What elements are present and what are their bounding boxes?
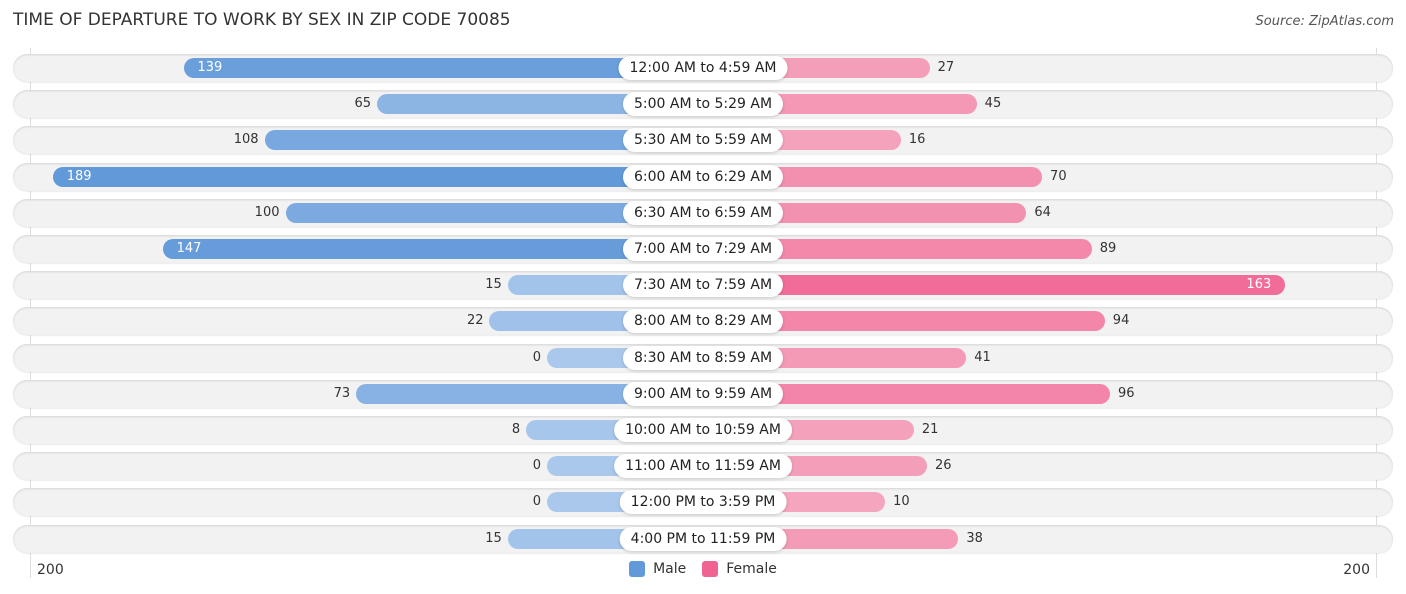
category-label: 8:30 AM to 8:59 AM: [622, 345, 784, 370]
value-label-female: 96: [1118, 385, 1135, 401]
bar-male[interactable]: [52, 166, 703, 187]
value-label-male: 65: [354, 96, 372, 112]
category-label: 5:00 AM to 5:29 AM: [622, 92, 784, 117]
value-label-male: 147: [176, 241, 202, 256]
value-label-female: 27: [937, 60, 955, 75]
value-label-female: 16: [908, 132, 926, 148]
value-label-male: 15: [485, 530, 502, 546]
value-label-female: 21: [921, 422, 939, 437]
category-label: 11:00 AM to 11:59 AM: [614, 454, 792, 479]
legend-swatch-female: [702, 561, 719, 577]
value-label-male: 0: [532, 494, 541, 510]
value-label-female: 70: [1050, 168, 1067, 184]
category-label: 8:00 AM to 8:29 AM: [622, 309, 784, 334]
value-label-female: 94: [1112, 313, 1130, 329]
value-label-female: 163: [1246, 277, 1272, 293]
value-label-female: 38: [966, 530, 983, 546]
value-label-male: 73: [333, 385, 351, 401]
value-label-female: 10: [893, 494, 910, 510]
category-label: 9:00 AM to 9:59 AM: [622, 381, 784, 406]
category-label: 5:30 AM to 5:59 AM: [622, 128, 784, 153]
bar-male[interactable]: [162, 239, 703, 259]
value-label-male: 189: [66, 168, 92, 184]
legend: Male Female: [0, 561, 1406, 577]
category-label: 12:00 PM to 3:59 PM: [619, 490, 787, 515]
value-label-female: 89: [1099, 241, 1117, 256]
source-credit: Source: ZipAtlas.com: [1255, 14, 1394, 29]
value-label-male: 0: [532, 458, 541, 474]
category-label: 4:00 PM to 11:59 PM: [619, 526, 787, 551]
chart-title: TIME OF DEPARTURE TO WORK BY SEX IN ZIP …: [13, 10, 511, 30]
legend-label-female: Female: [726, 561, 777, 577]
value-label-female: 64: [1034, 204, 1051, 220]
value-label-male: 139: [197, 60, 223, 75]
category-label: 12:00 AM to 4:59 AM: [618, 56, 788, 80]
category-label: 10:00 AM to 10:59 AM: [614, 418, 792, 442]
value-label-female: 26: [934, 458, 952, 474]
legend-item-male[interactable]: Male: [629, 561, 686, 577]
value-label-male: 8: [511, 422, 521, 437]
category-label: 6:30 AM to 6:59 AM: [622, 200, 784, 225]
value-label-male: 108: [233, 132, 259, 148]
legend-label-male: Male: [653, 561, 687, 577]
category-label: 7:30 AM to 7:59 AM: [622, 273, 784, 298]
value-label-male: 15: [485, 277, 502, 293]
value-label-female: 45: [984, 96, 1002, 112]
value-label-male: 100: [254, 204, 280, 220]
value-label-male: 0: [532, 349, 541, 365]
legend-swatch-male: [629, 561, 646, 577]
category-label: 6:00 AM to 6:29 AM: [622, 164, 784, 189]
bar-female[interactable]: [703, 275, 1286, 296]
value-label-female: 41: [974, 349, 991, 365]
category-label: 7:00 AM to 7:29 AM: [622, 237, 784, 261]
legend-item-female[interactable]: Female: [702, 561, 777, 577]
value-label-male: 22: [466, 313, 484, 329]
